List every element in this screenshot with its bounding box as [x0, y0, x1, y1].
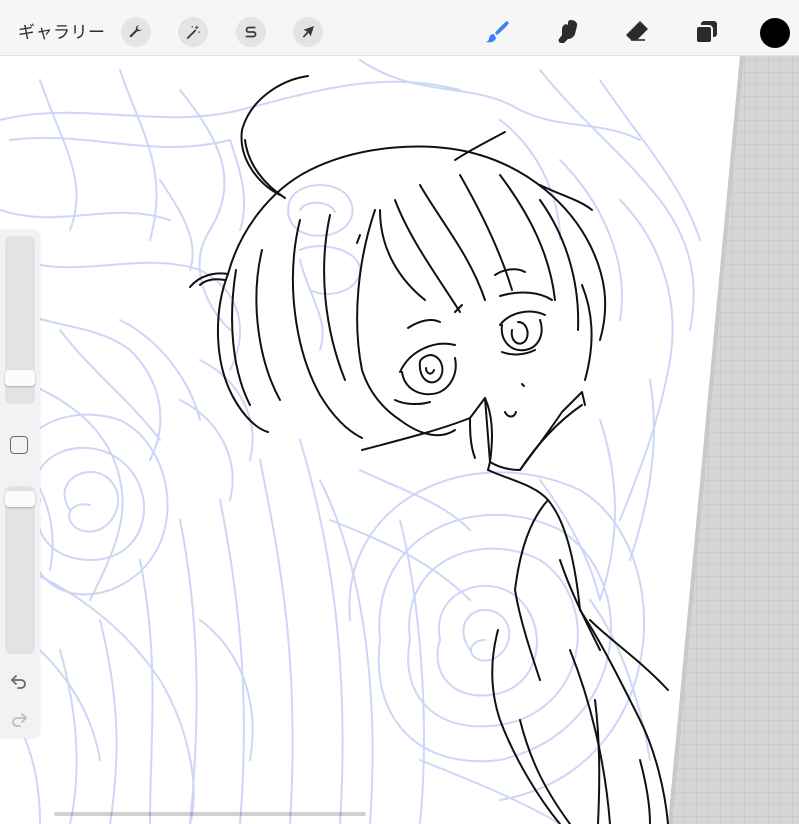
- layers-button[interactable]: [690, 16, 722, 48]
- gallery-button[interactable]: ギャラリー: [18, 18, 106, 43]
- arrow-cursor-icon: [302, 26, 314, 38]
- redo-icon: [12, 713, 27, 727]
- undo-button[interactable]: [8, 670, 30, 692]
- brush-icon: [486, 21, 509, 43]
- smudge-tool-button[interactable]: [552, 16, 584, 48]
- procreate-app: ギャラリー: [0, 0, 799, 824]
- eraser-icon: [626, 21, 648, 41]
- selection-s-icon: [245, 26, 257, 38]
- opacity-thumb[interactable]: [5, 490, 35, 507]
- adjustments-button[interactable]: [178, 17, 208, 47]
- layers-icon: [695, 21, 717, 44]
- transform-button[interactable]: [293, 17, 323, 47]
- magic-wand-icon: [186, 25, 200, 39]
- color-picker-button[interactable]: [760, 18, 790, 48]
- canvas-paper: [0, 56, 740, 824]
- home-indicator: [54, 812, 366, 816]
- selection-button[interactable]: [236, 17, 266, 47]
- brush-size-slider[interactable]: [5, 236, 35, 404]
- undo-icon: [11, 675, 26, 689]
- wrench-icon: [129, 25, 143, 38]
- actions-button[interactable]: [121, 17, 151, 47]
- brush-tool-button[interactable]: [481, 16, 513, 48]
- top-toolbar: ギャラリー: [0, 0, 799, 56]
- drawing-canvas[interactable]: [0, 0, 799, 824]
- redo-button[interactable]: [8, 708, 30, 730]
- opacity-slider[interactable]: [5, 486, 35, 654]
- eraser-tool-button[interactable]: [621, 16, 653, 48]
- left-sidebar: [0, 230, 40, 738]
- square-modifier-icon[interactable]: [10, 436, 28, 454]
- brush-size-thumb[interactable]: [5, 369, 35, 386]
- smudge-icon: [558, 20, 578, 43]
